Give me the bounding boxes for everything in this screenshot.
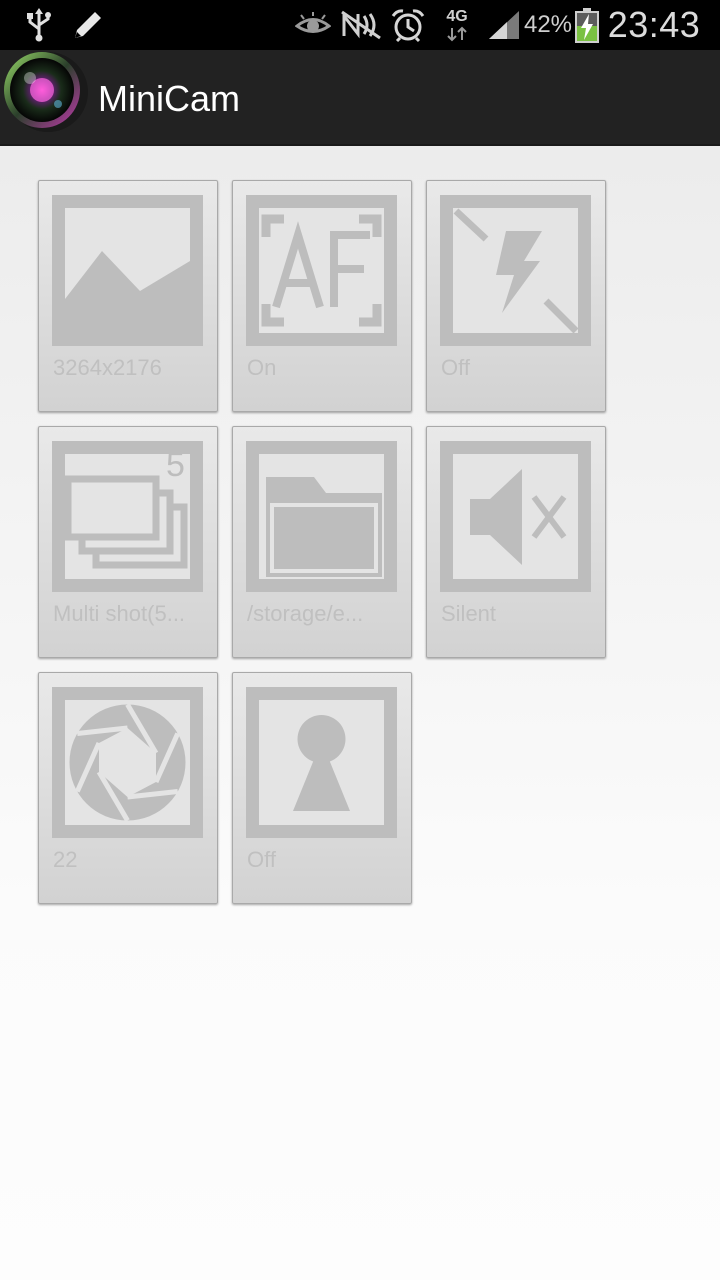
clock: 23:43 <box>607 4 701 45</box>
camera-lens-icon[interactable] <box>0 50 90 146</box>
sound-value: Silent <box>441 601 497 626</box>
storage-setting-button[interactable]: /storage/e... <box>232 426 412 658</box>
storage-value: /storage/e... <box>247 601 364 626</box>
flash-setting-button[interactable]: Off <box>426 180 606 412</box>
battery-percent: 42% <box>523 11 573 38</box>
battery-charging-icon <box>572 0 602 50</box>
app-title: MiniCam <box>98 78 241 119</box>
action-bar: MiniCam <box>0 50 720 146</box>
sound-setting-button[interactable]: Silent <box>426 426 606 658</box>
autofocus-icon <box>246 195 397 346</box>
flash-off-icon <box>440 195 591 346</box>
image-resolution-icon <box>52 195 203 346</box>
multi-shot-setting-button[interactable]: 5 Multi shot(5... <box>38 426 218 658</box>
self-timer-value: Off <box>247 847 276 872</box>
folder-icon <box>246 441 397 592</box>
flash-value: Off <box>441 355 470 380</box>
autofocus-setting-button[interactable]: On <box>232 180 412 412</box>
self-timer-setting-button[interactable]: Off <box>232 672 412 904</box>
eye-icon <box>294 0 332 50</box>
signal-icon <box>486 0 522 50</box>
aperture-setting-button[interactable]: 22 <box>38 672 218 904</box>
network-type-label: 4G <box>446 8 468 25</box>
multi-shot-value: Multi shot(5... <box>53 601 186 626</box>
self-timer-person-icon <box>246 687 397 838</box>
pencil-icon <box>68 0 108 50</box>
multi-shot-icon: 5 <box>52 441 203 592</box>
4g-data-icon: 4G <box>440 0 474 50</box>
multi-shot-badge: 5 <box>166 446 185 484</box>
resolution-value: 3264x2176 <box>53 355 162 380</box>
aperture-value: 22 <box>53 847 78 872</box>
usb-icon <box>22 0 56 50</box>
status-bar: 4G 42% 23:43 <box>0 0 720 50</box>
aperture-icon <box>52 687 203 838</box>
autofocus-value: On <box>247 355 277 380</box>
sound-mute-icon <box>440 441 591 592</box>
nfc-icon <box>338 0 384 50</box>
alarm-icon <box>388 0 428 50</box>
resolution-setting-button[interactable]: 3264x2176 <box>38 180 218 412</box>
